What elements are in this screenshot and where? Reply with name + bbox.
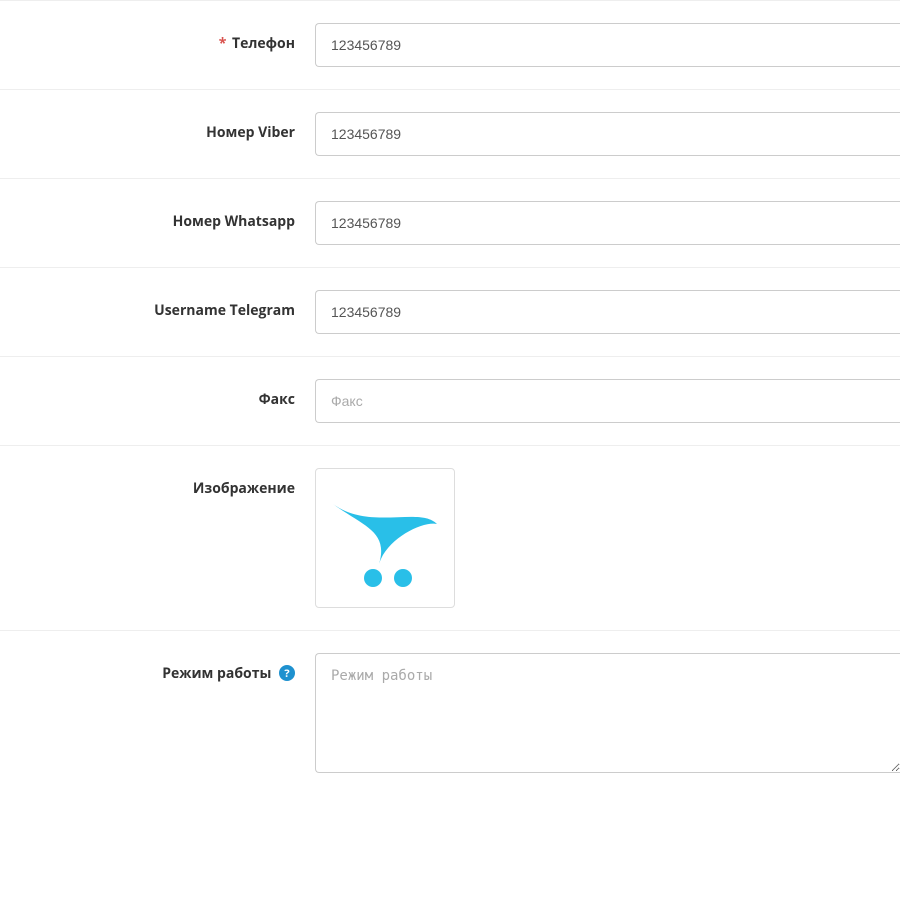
required-star-icon: * — [219, 34, 227, 53]
form-row-whatsapp: Номер Whatsapp — [0, 178, 900, 267]
input-wrap-telegram — [315, 290, 900, 334]
form-row-viber: Номер Viber — [0, 89, 900, 178]
hours-textarea[interactable] — [315, 653, 900, 773]
label-fax: Факс — [0, 379, 315, 409]
help-icon[interactable]: ? — [279, 665, 295, 681]
form-row-telegram: Username Telegram — [0, 267, 900, 356]
label-phone-text: Телефон — [232, 34, 295, 53]
label-hours-text: Режим работы — [162, 664, 271, 683]
form-row-phone: * Телефон — [0, 0, 900, 89]
label-image: Изображение — [0, 468, 315, 498]
label-whatsapp: Номер Whatsapp — [0, 201, 315, 231]
form-row-fax: Факс — [0, 356, 900, 445]
label-telegram: Username Telegram — [0, 290, 315, 320]
input-wrap-hours — [315, 653, 900, 773]
viber-input[interactable] — [315, 112, 900, 156]
input-wrap-whatsapp — [315, 201, 900, 245]
whatsapp-input[interactable] — [315, 201, 900, 245]
label-phone: * Телефон — [0, 23, 315, 53]
input-wrap-viber — [315, 112, 900, 156]
label-viber: Номер Viber — [0, 112, 315, 142]
phone-input[interactable] — [315, 23, 900, 67]
input-wrap-fax — [315, 379, 900, 423]
telegram-input[interactable] — [315, 290, 900, 334]
label-hours: Режим работы ? — [0, 653, 315, 683]
form-row-hours: Режим работы ? — [0, 630, 900, 795]
image-picker[interactable] — [315, 468, 455, 608]
form-row-image: Изображение — [0, 445, 900, 630]
opencart-logo-icon — [325, 486, 445, 591]
fax-input[interactable] — [315, 379, 900, 423]
input-wrap-phone — [315, 23, 900, 67]
label-fax-text: Факс — [259, 390, 295, 409]
label-telegram-text: Username Telegram — [154, 301, 295, 320]
label-whatsapp-text: Номер Whatsapp — [173, 212, 295, 231]
input-wrap-image — [315, 468, 900, 608]
label-image-text: Изображение — [193, 479, 295, 498]
label-viber-text: Номер Viber — [206, 123, 295, 142]
